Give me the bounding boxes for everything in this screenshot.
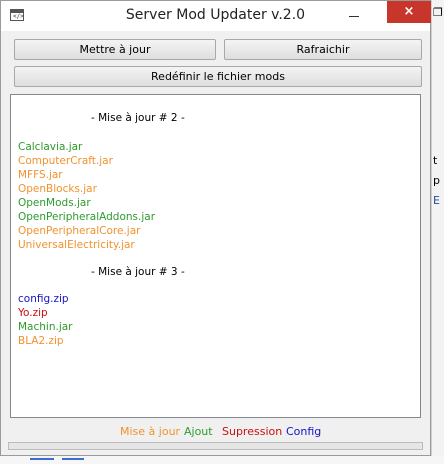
- legend-config: Config: [286, 425, 322, 438]
- mod-log-textbox[interactable]: - Mise à jour # 2 - - Mise à jour # 3 - …: [10, 94, 421, 418]
- mod-entry: ComputerCraft.jar: [18, 155, 113, 167]
- redefine-mods-file-button[interactable]: Redéfinir le fichier mods: [14, 66, 422, 87]
- progress-bar: [8, 442, 423, 450]
- background-text-fragment: p: [433, 174, 440, 187]
- background-taskbar-fragment: [0, 456, 444, 464]
- mod-entry: config.zip: [18, 293, 69, 305]
- mod-entry: Calclavia.jar: [18, 141, 83, 153]
- log-header: - Mise à jour # 2 -: [91, 112, 185, 124]
- mod-entry: Yo.zip: [18, 307, 48, 319]
- background-restore-icon: ❐: [433, 6, 443, 19]
- background-app-edge: [431, 0, 444, 464]
- mod-entry: UniversalElectricity.jar: [18, 239, 135, 251]
- mod-entry: Machin.jar: [18, 321, 73, 333]
- window-title: Server Mod Updater v.2.0: [125, 7, 306, 23]
- legend-removal: Supression: [222, 425, 283, 438]
- legend-add: Ajout: [184, 425, 213, 438]
- mod-entry: MFFS.jar: [18, 169, 63, 181]
- mod-entry: OpenBlocks.jar: [18, 183, 97, 195]
- close-icon: ×: [403, 4, 415, 19]
- mod-entry: OpenMods.jar: [18, 197, 91, 209]
- mod-entry: OpenPeripheralAddons.jar: [18, 211, 156, 223]
- background-link-fragment: E: [433, 194, 440, 207]
- update-button[interactable]: Mettre à jour: [14, 39, 216, 60]
- updater-window: </> Server Mod Updater v.2.0 × Mettre à …: [0, 0, 431, 456]
- title-bar[interactable]: </> Server Mod Updater v.2.0 ×: [1, 1, 431, 31]
- log-header: - Mise à jour # 3 -: [91, 266, 185, 278]
- mod-entry: BLA2.zip: [18, 335, 64, 347]
- color-legend: Mise à jour Ajout Supression Config: [1, 425, 430, 439]
- legend-update: Mise à jour: [120, 425, 181, 438]
- minimize-button[interactable]: [347, 9, 361, 21]
- close-button[interactable]: ×: [387, 1, 431, 23]
- background-text-fragment: t: [433, 154, 438, 167]
- mod-entry: OpenPeripheralCore.jar: [18, 225, 141, 237]
- refresh-button[interactable]: Rafraichir: [224, 39, 422, 60]
